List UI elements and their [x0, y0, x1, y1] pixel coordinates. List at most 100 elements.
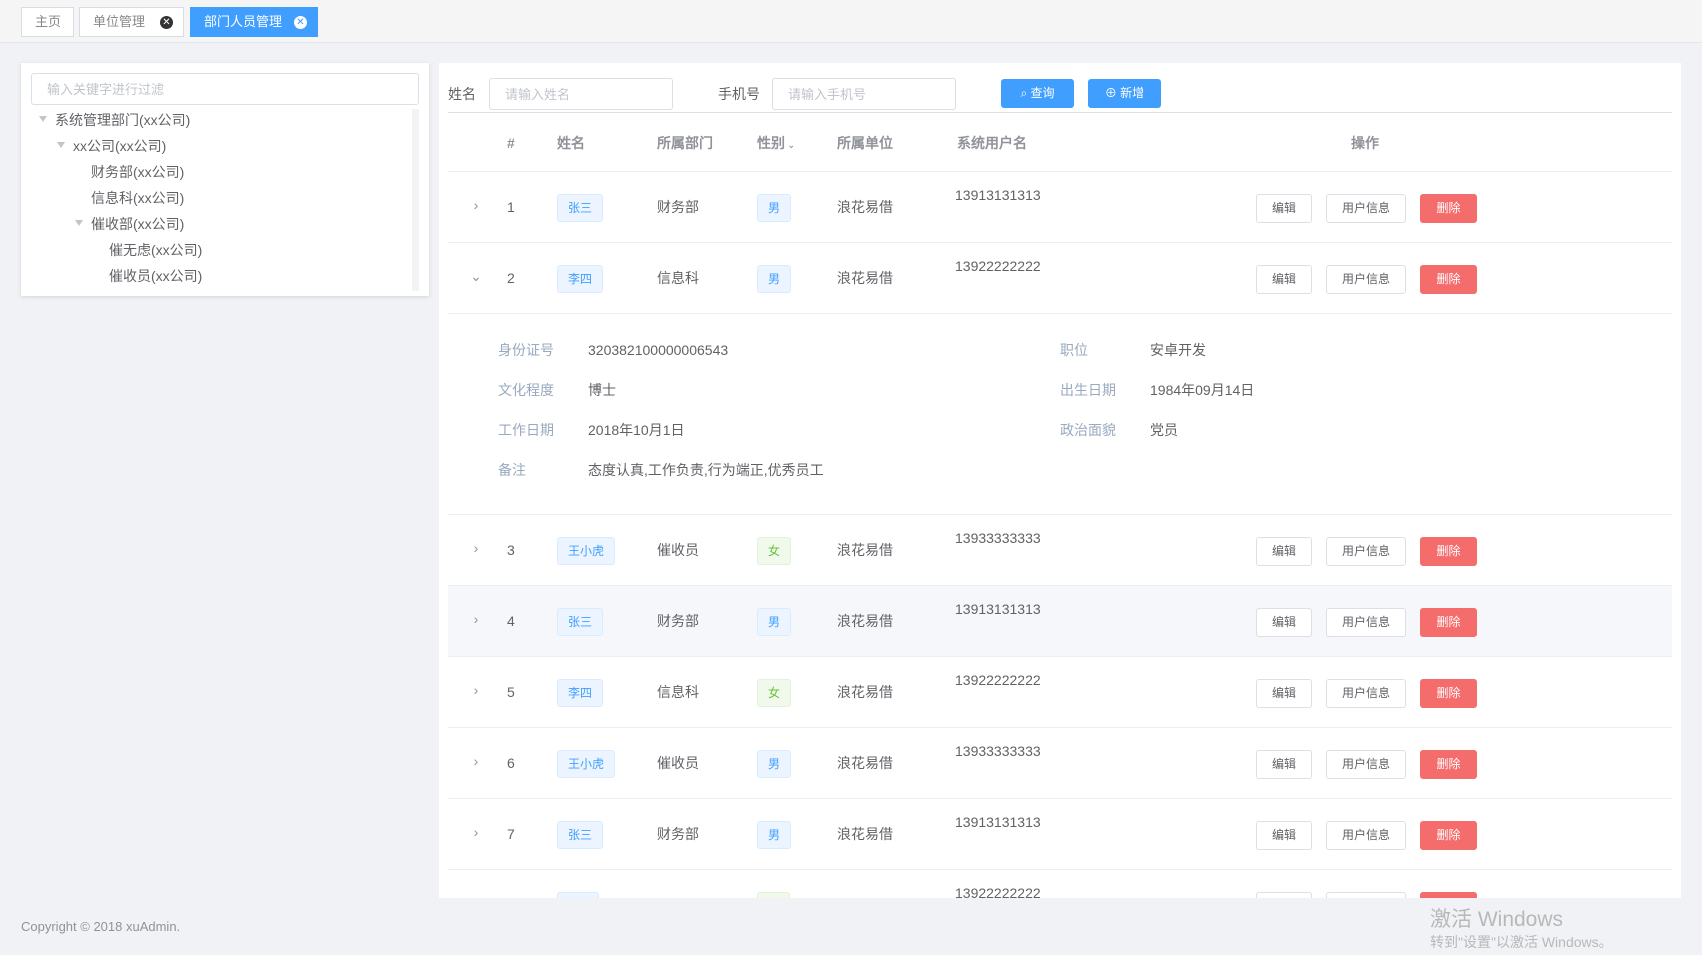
- gender-tag: 男: [757, 750, 792, 778]
- windows-activation-hint: 转到"设置"以激活 Windows。: [1430, 934, 1613, 950]
- row-index: 4: [507, 613, 515, 629]
- col-header-gender[interactable]: 性别 ⌄: [757, 133, 795, 155]
- row-dept: 财务部: [657, 613, 699, 629]
- detail-id-label: 身份证号: [498, 342, 554, 358]
- user-info-button[interactable]: 用户信息: [1326, 265, 1406, 294]
- chevron-right-icon[interactable]: ›: [470, 753, 482, 769]
- tree-scrollbar[interactable]: [412, 109, 419, 291]
- user-info-button[interactable]: 用户信息: [1326, 821, 1406, 850]
- tree-node-label: 信息科(xx公司): [91, 190, 185, 206]
- name-search-input[interactable]: [489, 78, 673, 110]
- delete-button[interactable]: 删除: [1420, 750, 1477, 779]
- user-info-button[interactable]: 用户信息: [1326, 679, 1406, 708]
- edit-button[interactable]: 编辑: [1256, 265, 1312, 294]
- tree-node-label: 催收员(xx公司): [109, 268, 203, 284]
- col-header-actions: 操作: [1351, 135, 1379, 151]
- delete-button[interactable]: 删除: [1420, 608, 1477, 637]
- row-unit: 浪花易借: [837, 613, 893, 629]
- tree-node[interactable]: 信息科(xx公司): [91, 185, 184, 211]
- detail-pos-value: 安卓开发: [1150, 342, 1206, 358]
- tab-dept-staff-management[interactable]: 部门人员管理 ✕: [190, 7, 318, 37]
- tree-node[interactable]: 系统管理部门(xx公司): [39, 107, 190, 133]
- plus-circle-icon: ⊕: [1104, 86, 1121, 100]
- tree-node[interactable]: xx公司(xx公司): [57, 133, 166, 159]
- delete-button[interactable]: 删除: [1420, 679, 1477, 708]
- chevron-right-icon[interactable]: ›: [470, 682, 482, 698]
- detail-id-value: 320382100000006543: [588, 342, 729, 358]
- name-tag: [557, 892, 599, 898]
- phone-label: 手机号: [718, 86, 760, 102]
- table-row: › 6 王小虎 催收员 男 浪花易借 13933333333 编辑 用户信息 删…: [448, 728, 1672, 799]
- department-tree-panel: 系统管理部门(xx公司) xx公司(xx公司) 财务部(xx公司) 信息科(xx…: [21, 63, 429, 296]
- row-unit: 浪花易借: [837, 270, 893, 286]
- add-button-label: 新增: [1120, 86, 1145, 100]
- chevron-down-icon[interactable]: ⌄: [470, 268, 482, 285]
- user-info-button[interactable]: 用户信息: [1326, 608, 1406, 637]
- user-info-button[interactable]: 用户信息: [1326, 194, 1406, 223]
- name-tag: 张三: [557, 194, 604, 222]
- tree-filter-input[interactable]: [31, 73, 419, 105]
- caret-down-icon[interactable]: [57, 142, 65, 149]
- edit-button[interactable]: 编辑: [1256, 821, 1312, 850]
- user-info-button[interactable]: 用户信息: [1326, 750, 1406, 779]
- row-username: 13913131313: [955, 187, 1041, 203]
- row-username: 13913131313: [955, 601, 1041, 617]
- close-icon[interactable]: ✕: [294, 16, 307, 29]
- row-dept: 财务部: [657, 826, 699, 842]
- edit-button[interactable]: 编辑: [1256, 608, 1312, 637]
- row-unit: 浪花易借: [837, 755, 893, 771]
- chevron-right-icon[interactable]: ›: [470, 197, 482, 213]
- row-username: 13913131313: [955, 814, 1041, 830]
- caret-down-icon[interactable]: [75, 220, 83, 227]
- delete-button[interactable]: 删除: [1420, 821, 1477, 850]
- user-info-button[interactable]: [1326, 892, 1406, 898]
- tree-node-label: 系统管理部门(xx公司): [55, 112, 191, 128]
- chevron-right-icon[interactable]: ›: [470, 611, 482, 627]
- row-unit: 浪花易借: [837, 826, 893, 842]
- sort-caret-icon[interactable]: ⌄: [785, 140, 796, 150]
- delete-button[interactable]: [1420, 892, 1477, 898]
- name-tag: 张三: [557, 821, 604, 849]
- edit-button[interactable]: 编辑: [1256, 194, 1312, 223]
- col-header-dept: 所属部门: [657, 135, 713, 151]
- delete-button[interactable]: 删除: [1420, 194, 1477, 223]
- chevron-right-icon[interactable]: ›: [470, 824, 482, 840]
- edit-button[interactable]: 编辑: [1256, 537, 1312, 566]
- query-button[interactable]: ⌕ 查询: [1001, 79, 1074, 108]
- tree-node[interactable]: 催收部(xx公司): [75, 211, 184, 237]
- tree-node[interactable]: 财务部(xx公司): [91, 159, 184, 185]
- tree-node[interactable]: 催无虑(xx公司): [109, 237, 202, 263]
- tab-home-label: 主页: [35, 14, 62, 29]
- toolbar-divider: [448, 112, 1672, 113]
- close-icon[interactable]: ✕: [160, 16, 173, 29]
- edit-button[interactable]: 编辑: [1256, 679, 1312, 708]
- phone-search-input[interactable]: [772, 78, 956, 110]
- edit-button[interactable]: 编辑: [1256, 750, 1312, 779]
- name-tag: 王小虎: [557, 537, 616, 565]
- chevron-right-icon[interactable]: ›: [470, 540, 482, 556]
- detail-birth-label: 出生日期: [1060, 382, 1116, 398]
- tree-node-label: 催收部(xx公司): [91, 216, 185, 232]
- caret-down-icon[interactable]: [39, 116, 47, 123]
- col-header-unit: 所属单位: [837, 135, 893, 151]
- row-username: 13922222222: [955, 258, 1041, 274]
- detail-pos-label: 职位: [1060, 342, 1088, 358]
- add-button[interactable]: ⊕ 新增: [1088, 79, 1161, 108]
- user-info-button[interactable]: 用户信息: [1326, 537, 1406, 566]
- delete-button[interactable]: 删除: [1420, 537, 1477, 566]
- delete-button[interactable]: 删除: [1420, 265, 1477, 294]
- row-username: 13933333333: [955, 743, 1041, 759]
- tree-node[interactable]: 催收员(xx公司): [109, 263, 202, 289]
- tab-unit-management[interactable]: 单位管理 ✕: [79, 7, 184, 37]
- gender-tag: 男: [757, 265, 792, 293]
- row-dept: 催收员: [657, 542, 699, 558]
- tab-bar: 主页 单位管理 ✕ 部门人员管理 ✕: [0, 0, 1702, 43]
- search-icon: ⌕: [1020, 86, 1031, 100]
- row-unit: 浪花易借: [837, 199, 893, 215]
- table-row: ⌄ 2 李四 信息科 男 浪花易借 13922222222 编辑 用户信息 删除: [448, 243, 1672, 314]
- col-header-index: #: [507, 135, 515, 151]
- tab-home[interactable]: 主页: [21, 7, 74, 37]
- row-username: 13933333333: [955, 530, 1041, 546]
- row-unit: 浪花易借: [837, 542, 893, 558]
- edit-button[interactable]: [1256, 892, 1312, 898]
